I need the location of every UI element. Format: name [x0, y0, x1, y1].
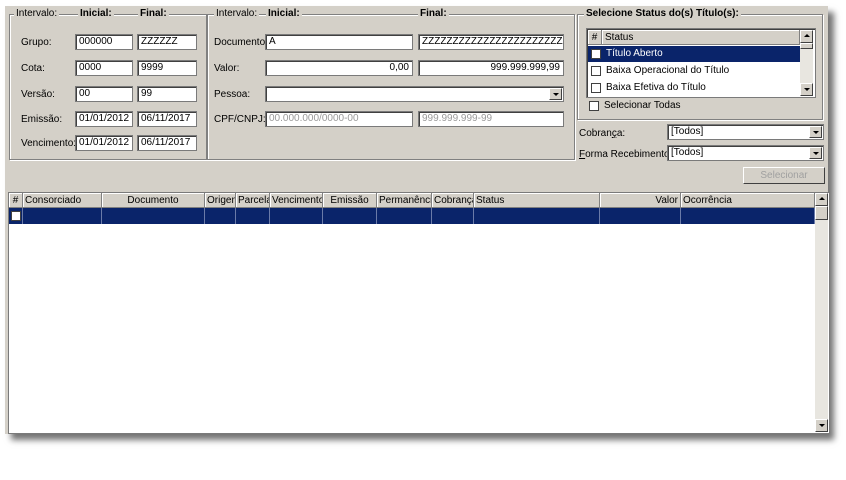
grid-cell[interactable] [23, 208, 102, 224]
pessoa-label: Pessoa: [214, 89, 251, 100]
status-item-baixa-operacional[interactable]: Baixa Operacional do Título [588, 63, 800, 79]
grid-cell[interactable] [474, 208, 600, 224]
interval-group-left: Intervalo: Inicial: Final: Grupo: 000000… [9, 8, 207, 160]
grid-cell[interactable] [681, 208, 815, 224]
status-item-titulo-aberto[interactable]: Título Aberto [588, 46, 800, 62]
status-checkbox[interactable] [591, 49, 601, 59]
left-col-final-header: Final: [138, 8, 169, 19]
scroll-thumb[interactable] [815, 206, 828, 220]
results-grid[interactable]: # Consorciado Documento Origem Parcela V… [8, 192, 830, 434]
valor-label: Valor: [214, 63, 240, 74]
status-checkbox[interactable] [591, 83, 601, 93]
emissao-label: Emissão: [21, 114, 63, 125]
emissao-initial-input[interactable]: 01/01/2012 [75, 111, 133, 127]
valor-initial-input[interactable]: 0,00 [265, 60, 413, 76]
cpf-cnpj-label: CPF/CNPJ: [214, 114, 266, 125]
grupo-final-input[interactable]: ZZZZZZ [137, 34, 197, 50]
vencimento-label: Vencimento: [21, 138, 77, 149]
status-group-title: Selecione Status do(s) Título(s): [584, 8, 741, 19]
grid-cell[interactable] [323, 208, 377, 224]
cota-final-input[interactable]: 9999 [137, 60, 197, 76]
forma-recebimento-label: Forma Recebimento: [579, 149, 672, 160]
status-checkbox[interactable] [591, 66, 601, 76]
grid-cell[interactable] [432, 208, 474, 224]
valor-final-input[interactable]: 999.999.999,99 [418, 60, 564, 76]
grid-selected-row[interactable] [9, 193, 815, 224]
forma-label-rest: orma Recebimento: [585, 149, 673, 160]
versao-initial-input[interactable]: 00 [75, 86, 133, 102]
status-col-status: Status [602, 30, 800, 45]
emissao-final-input[interactable]: 06/11/2017 [137, 111, 197, 127]
scroll-down-icon[interactable] [815, 419, 828, 432]
cobranca-label: Cobrança: [579, 128, 625, 139]
cobranca-label-suffix: a: [616, 128, 626, 139]
status-item-label: Baixa Efetiva do Título [606, 82, 706, 93]
grid-scrollbar[interactable] [815, 193, 828, 432]
cobranca-combobox[interactable]: [Todos] [667, 124, 824, 140]
pessoa-combobox[interactable] [265, 86, 564, 102]
status-listbox[interactable]: # Status Título Aberto Baixa Operacional… [586, 28, 816, 98]
status-item-baixa-efetiva[interactable]: Baixa Efetiva do Título [588, 80, 800, 96]
chevron-down-icon[interactable] [809, 126, 822, 138]
cota-label: Cota: [21, 63, 45, 74]
grid-cell[interactable] [236, 208, 270, 224]
vencimento-final-input[interactable]: 06/11/2017 [137, 135, 197, 151]
interval-group-left-title: Intervalo: [14, 8, 60, 19]
cota-initial-input[interactable]: 0000 [75, 60, 133, 76]
left-col-initial-header: Inicial: [78, 8, 114, 19]
interval-group-middle: Intervalo: Inicial: Final: Documento: A … [207, 8, 575, 160]
row-checkbox[interactable] [11, 211, 21, 221]
grid-cell[interactable] [377, 208, 432, 224]
status-col-hash: # [588, 30, 602, 45]
grid-cell[interactable] [270, 208, 323, 224]
cpf-cnpj-final-input[interactable]: 999.999.999-99 [418, 111, 564, 127]
versao-label: Versão: [21, 89, 55, 100]
select-all-checkbox[interactable] [589, 101, 599, 111]
forma-recebimento-value: [Todos] [671, 147, 704, 158]
grid-cell[interactable] [102, 208, 205, 224]
scroll-thumb[interactable] [800, 43, 813, 49]
versao-final-input[interactable]: 99 [137, 86, 197, 102]
scroll-up-icon[interactable] [800, 30, 813, 43]
interval-group-middle-title: Intervalo: [214, 8, 260, 19]
grid-cell[interactable] [600, 208, 681, 224]
chevron-down-icon[interactable] [809, 147, 822, 159]
grupo-initial-input[interactable]: 000000 [75, 34, 133, 50]
status-item-label: Título Aberto [606, 48, 663, 59]
cobranca-value: [Todos] [671, 126, 704, 137]
documento-initial-input[interactable]: A [265, 34, 413, 50]
status-group: Selecione Status do(s) Título(s): # Stat… [577, 8, 823, 120]
cobranca-label-prefix: Cobran [579, 128, 612, 139]
scroll-up-icon[interactable] [815, 193, 828, 206]
status-item-label: Baixa Operacional do Título [606, 65, 730, 76]
grid-cell[interactable] [205, 208, 236, 224]
selecionar-button[interactable]: Selecionar [743, 167, 825, 184]
vencimento-initial-input[interactable]: 01/01/2012 [75, 135, 133, 151]
documento-label: Documento: [214, 37, 268, 48]
main-window: Intervalo: Inicial: Final: Grupo: 000000… [5, 6, 830, 434]
cpf-cnpj-initial-input[interactable]: 00.000.000/0000-00 [265, 111, 413, 127]
grid-cell[interactable] [9, 208, 23, 224]
mid-col-final-header: Final: [418, 8, 449, 19]
grupo-label: Grupo: [21, 37, 52, 48]
scroll-down-icon[interactable] [800, 83, 813, 96]
forma-recebimento-combobox[interactable]: [Todos] [667, 145, 824, 161]
mid-col-initial-header: Inicial: [266, 8, 302, 19]
documento-final-input[interactable]: ZZZZZZZZZZZZZZZZZZZZZZZZZ [418, 34, 564, 50]
chevron-down-icon[interactable] [549, 88, 562, 100]
select-all-label: Selecionar Todas [604, 100, 681, 111]
status-list-scrollbar[interactable] [800, 30, 813, 96]
